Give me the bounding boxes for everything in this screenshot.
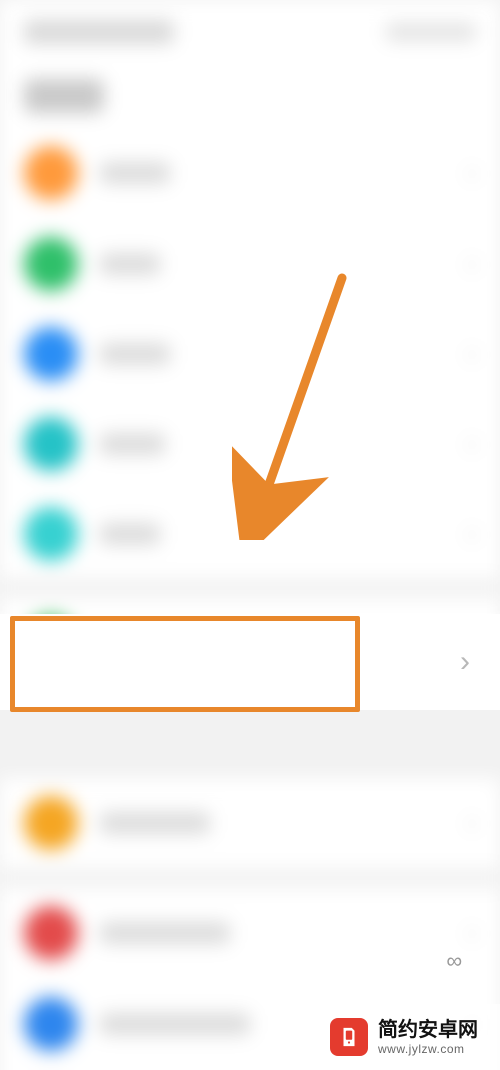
chevron-right-icon: › xyxy=(468,159,476,187)
list-item[interactable]: › xyxy=(0,888,500,978)
list-item[interactable]: › xyxy=(0,398,500,488)
annotation-highlight-box xyxy=(10,616,360,712)
app-icon xyxy=(24,417,78,471)
list-item[interactable]: › xyxy=(0,308,500,398)
chevron-right-icon: › xyxy=(468,430,476,458)
chevron-right-icon: › xyxy=(468,340,476,368)
blurred-settings-list: ››››› › › ››› xyxy=(0,0,500,1070)
watermark: 简约安卓网 www.jylzw.com xyxy=(308,1004,500,1070)
list-item-label xyxy=(100,523,160,545)
chevron-right-icon: › xyxy=(468,809,476,837)
list-item[interactable]: › xyxy=(0,488,500,578)
app-icon xyxy=(24,997,78,1051)
list-item[interactable]: › xyxy=(0,778,500,868)
list-item[interactable]: › xyxy=(0,128,500,218)
list-item-label xyxy=(100,162,170,184)
list-item[interactable]: › xyxy=(0,218,500,308)
watermark-logo-icon xyxy=(330,1018,368,1056)
app-icon xyxy=(24,507,78,561)
list-item-label xyxy=(100,922,230,944)
chevron-right-icon: › xyxy=(468,520,476,548)
status-bar xyxy=(0,0,500,64)
phone-screen: ››››› › › ››› 智慧助手 › ∞ 简约安卓网 www.jylzw.c… xyxy=(0,0,500,1070)
list-item-label xyxy=(100,343,170,365)
chevron-right-icon: › xyxy=(468,919,476,947)
watermark-title: 简约安卓网 xyxy=(378,1018,478,1042)
chevron-right-icon: › xyxy=(460,645,470,679)
app-icon xyxy=(24,906,78,960)
page-title xyxy=(0,64,500,128)
app-icon xyxy=(24,146,78,200)
list-item-label xyxy=(100,812,210,834)
list-item-label xyxy=(100,433,165,455)
list-item-label xyxy=(100,1013,250,1035)
app-icon xyxy=(24,237,78,291)
app-icon xyxy=(24,327,78,381)
list-item-label xyxy=(100,253,160,275)
app-icon xyxy=(24,796,78,850)
watermark-url: www.jylzw.com xyxy=(378,1042,478,1056)
chevron-right-icon: › xyxy=(468,250,476,278)
watermark-dots: ∞ xyxy=(446,948,466,974)
